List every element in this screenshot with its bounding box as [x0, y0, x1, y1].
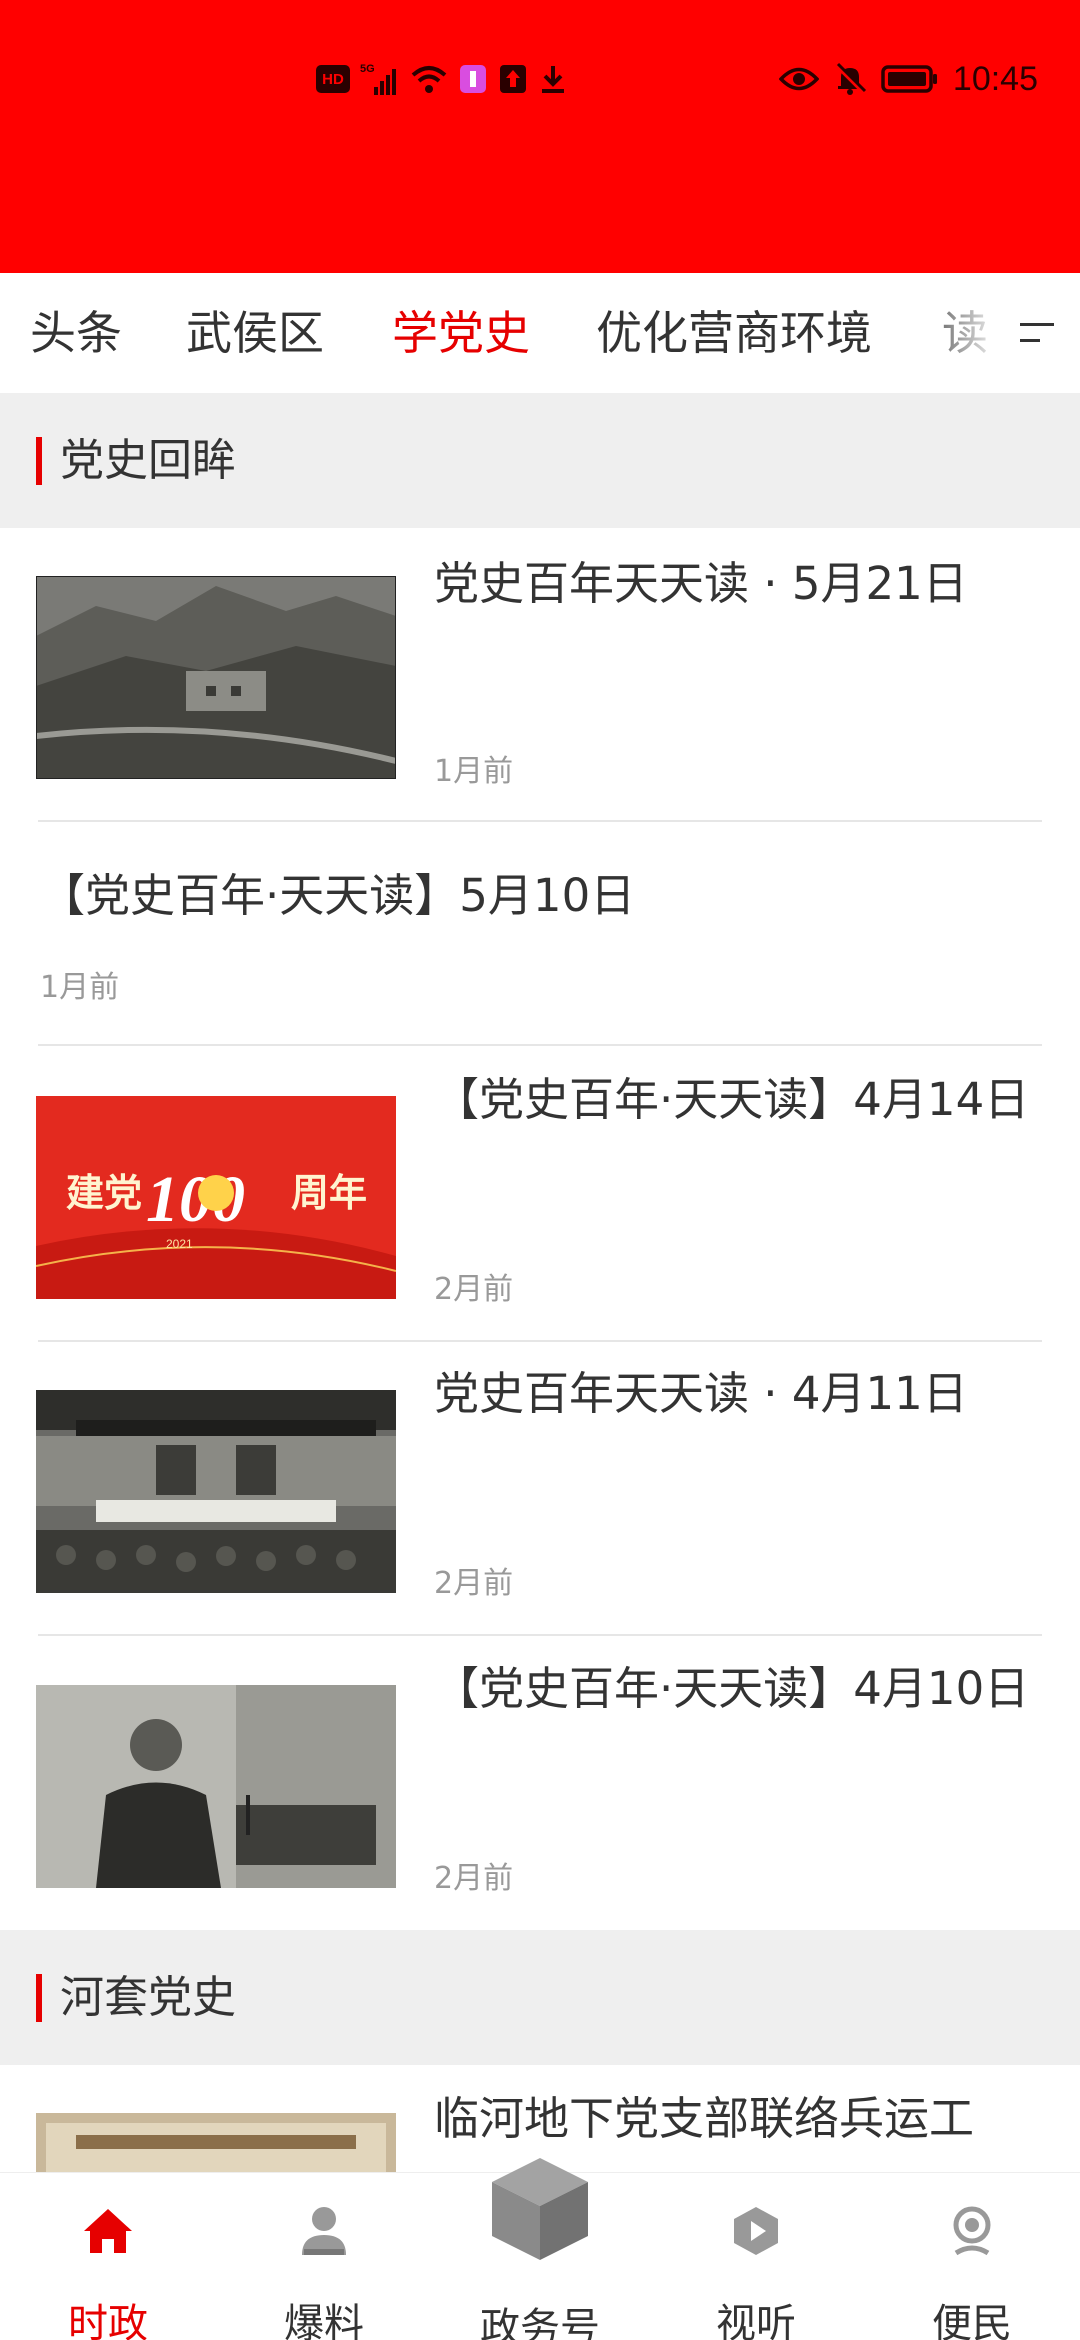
eye-icon — [778, 61, 819, 97]
nav-label: 时政 — [68, 2301, 148, 2340]
item-time: 2月前 — [434, 1861, 514, 1896]
status-bar: HD 5G 10:45 — [0, 0, 1080, 273]
section-accent-bar — [36, 437, 42, 485]
list-item[interactable]: 建党 100 周年 2021 【党史百年·天天读】4月14日 2月前 — [0, 1046, 1080, 1342]
nav-services[interactable]: 便民 — [864, 2173, 1080, 2340]
section-header: 河套党史 — [0, 1930, 1080, 2065]
list-item[interactable]: 【党史百年·天天读】4月10日 2月前 — [0, 1635, 1080, 1930]
congress-hall-photo — [36, 1390, 396, 1593]
tab-business-environment[interactable]: 优化营商环境 — [596, 273, 872, 393]
list-item[interactable]: 党史百年天天读 · 4月11日 2月前 — [0, 1340, 1080, 1636]
clock: 10:45 — [952, 59, 1038, 98]
banner-photo — [36, 2113, 396, 2172]
svg-text:5G: 5G — [360, 63, 375, 75]
nav-label: 爆料 — [284, 2301, 364, 2340]
menu-icon[interactable] — [1014, 311, 1058, 355]
item-title: 【党史百年·天天读】5月10日 — [40, 869, 636, 922]
tab-headlines[interactable]: 头条 — [30, 273, 122, 393]
tab-party-history[interactable]: 学党史 — [392, 273, 530, 393]
cube-icon[interactable] — [480, 2148, 600, 2268]
nav-tips[interactable]: 爆料 — [216, 2173, 432, 2340]
item-time: 1月前 — [434, 754, 514, 789]
section-title: 河套党史 — [60, 1972, 236, 2023]
reporter-icon — [298, 2203, 350, 2259]
wifi-icon — [410, 61, 448, 97]
poster-year: 2021 — [166, 1237, 193, 1251]
item-title: 党史百年天天读 · 4月11日 — [434, 1367, 968, 1420]
centenary-poster: 建党 100 周年 2021 — [36, 1096, 396, 1299]
tab-wuhou[interactable]: 武侯区 — [186, 273, 324, 393]
hd-icon: HD — [316, 61, 350, 97]
section-title: 党史回眸 — [60, 435, 236, 486]
nav-label: 视听 — [716, 2301, 796, 2340]
bell-muted-icon — [833, 61, 867, 97]
speaker-portrait-photo — [36, 1685, 396, 1888]
list-item[interactable]: 党史百年天天读 · 5月21日 1月前 — [0, 528, 1080, 822]
item-title: 临河地下党支部联络兵运工 — [434, 2092, 975, 2145]
nav-media[interactable]: 视听 — [648, 2173, 864, 2340]
download-icon — [538, 61, 568, 97]
nav-label: 政务号 — [480, 2305, 600, 2340]
item-title: 【党史百年·天天读】4月14日 — [434, 1073, 1030, 1126]
app-notification-icon — [458, 61, 488, 97]
list-item[interactable]: 【党史百年·天天读】5月10日 1月前 — [0, 822, 1080, 1046]
status-left-icons: HD 5G — [316, 58, 568, 100]
poster-right-text: 周年 — [291, 1171, 367, 1215]
home-icon — [82, 2203, 134, 2259]
service-icon — [946, 2203, 998, 2259]
nav-label: 便民 — [932, 2301, 1012, 2340]
upload-icon — [498, 61, 528, 97]
poster-left-text: 建党 — [66, 1171, 142, 1215]
item-title: 党史百年天天读 · 5月21日 — [434, 557, 968, 610]
play-icon — [730, 2203, 782, 2259]
battery-icon — [881, 61, 939, 97]
section-accent-bar — [36, 1974, 42, 2022]
category-tabs: 头条 武侯区 学党史 优化营商环境 读 — [0, 273, 1080, 393]
section-header: 党史回眸 — [0, 393, 1080, 528]
item-time: 2月前 — [434, 1566, 514, 1601]
item-time: 1月前 — [40, 970, 120, 1005]
status-right-icons: 10:45 — [778, 58, 1038, 100]
item-time: 2月前 — [434, 1272, 514, 1307]
mountain-village-photo — [36, 576, 396, 779]
item-title: 【党史百年·天天读】4月10日 — [434, 1662, 1030, 1715]
nav-politics[interactable]: 时政 — [0, 2173, 216, 2340]
signal-5g-icon: 5G — [360, 61, 400, 97]
